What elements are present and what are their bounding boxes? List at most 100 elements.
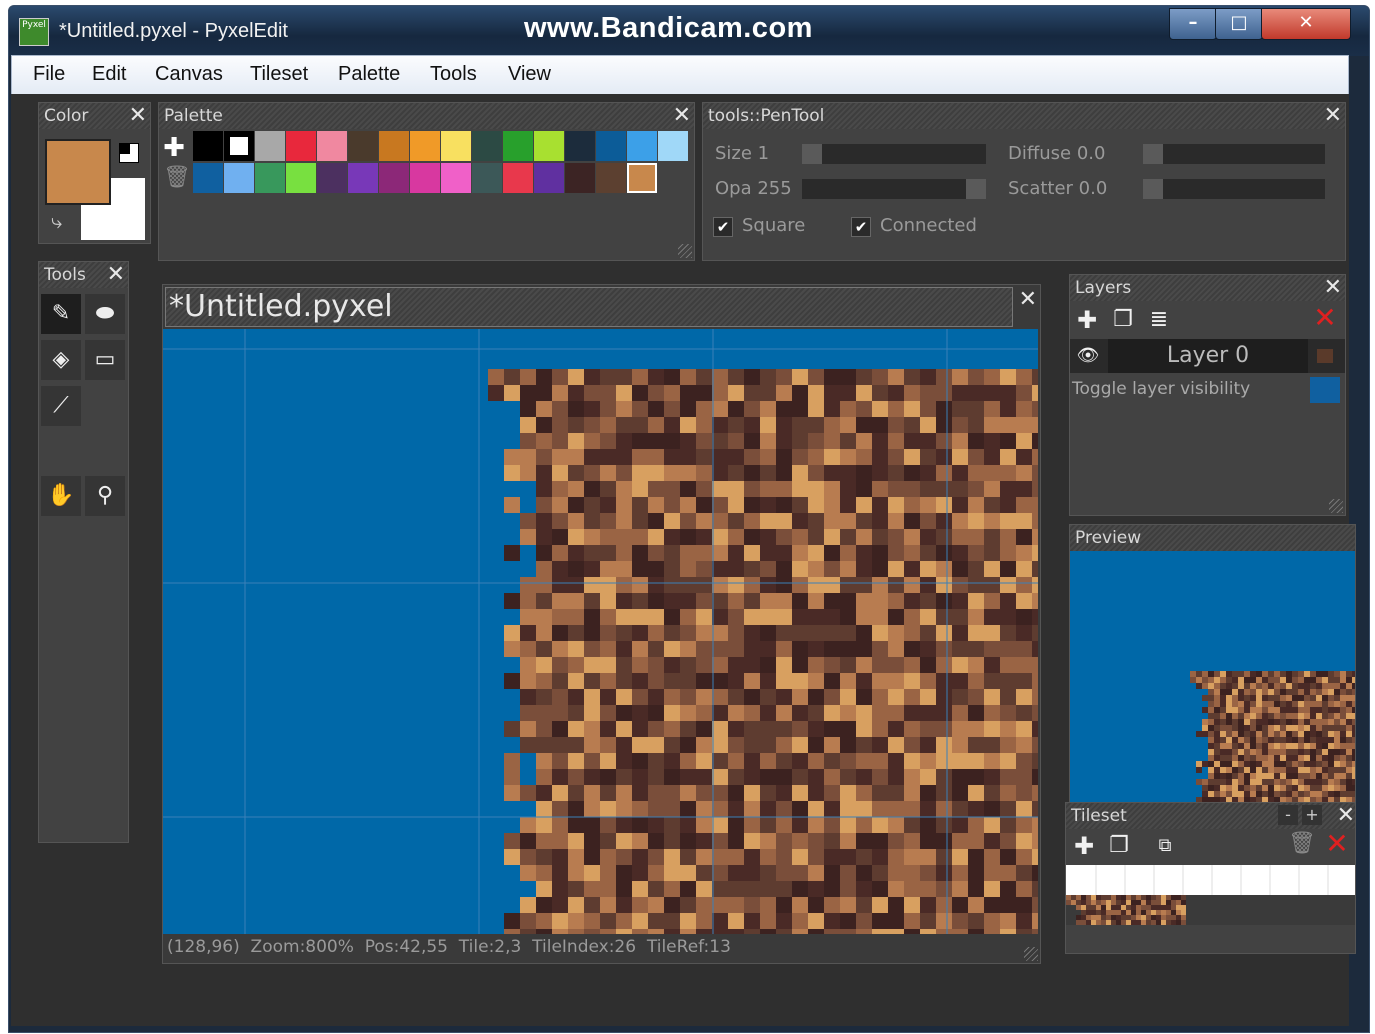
palette-swatch[interactable] [317,163,347,193]
palette-swatch[interactable] [410,131,440,161]
palette-swatch[interactable] [255,163,285,193]
reset-colors-icon[interactable]: ⤷ [51,209,62,233]
scatter-slider[interactable] [1143,179,1325,199]
palette-swatch[interactable] [658,131,688,161]
menu-view[interactable]: View [508,63,551,86]
size-slider[interactable] [802,144,986,164]
palette-swatch[interactable] [348,163,378,193]
delete-tile-icon[interactable]: ✕ [1322,830,1352,858]
duplicate-tile-icon[interactable]: ❐ [1106,833,1132,859]
merge-layer-icon[interactable]: ≣ [1146,307,1172,333]
opacity-slider[interactable] [802,179,986,199]
layers-panel-close-icon[interactable]: ✕ [1324,275,1342,300]
used-tiles-row[interactable] [1066,895,1355,925]
delete-layer-icon[interactable]: ✕ [1310,304,1340,332]
replace-tile-icon[interactable]: ⧉ [1150,833,1180,859]
resize-grip[interactable] [678,244,692,258]
palette-swatch[interactable] [596,163,626,193]
opacity-label: Opa 255 [715,178,792,199]
palette-swatch[interactable] [565,163,595,193]
duplicate-layer-icon[interactable]: ❐ [1110,307,1136,333]
pen-icon[interactable]: ✎ [41,294,81,334]
palette-swatch[interactable] [534,131,564,161]
tool-options-close-icon[interactable]: ✕ [1324,103,1342,128]
tileset-panel-close-icon[interactable]: ✕ [1337,803,1355,828]
resize-grip[interactable] [1024,947,1038,961]
palette-panel: Palette ✕ ✚ 🗑 [158,102,695,261]
recording-watermark: www.Bandicam.com [524,12,813,44]
tileset-trash-icon[interactable]: 🗑 [1288,831,1316,857]
title-bar[interactable]: Pyxel *Untitled.pyxel - PyxelEdit www.Ba… [9,6,1369,56]
tileset-zoom-out-button[interactable]: - [1278,805,1298,825]
palette-swatch[interactable] [441,131,471,161]
hand-icon[interactable]: ✋ [41,476,81,516]
palette-swatch[interactable] [596,131,626,161]
palette-swatch[interactable] [193,131,223,161]
palette-swatch[interactable] [565,131,595,161]
layers-panel-title: Layers [1070,275,1345,301]
canvas-title: *Untitled.pyxel [165,287,1013,327]
square-checkbox[interactable]: ✔ [713,217,733,237]
palette-swatch[interactable] [224,131,254,161]
tools-panel-close-icon[interactable]: ✕ [107,262,125,287]
zoom-icon[interactable]: ⚲ [85,476,125,516]
palette-swatch[interactable] [286,163,316,193]
tileset-panel: Tileset - + ✕ ✚ ❐ ⧉ 🗑 ✕ [1065,802,1356,954]
layer-row[interactable]: 👁 Layer 0 [1070,339,1345,373]
primary-color-swatch[interactable] [45,139,111,205]
connected-checkbox[interactable]: ✔ [851,217,871,237]
palette-panel-close-icon[interactable]: ✕ [673,103,691,128]
swap-colors-icon[interactable] [119,143,139,163]
color-panel-close-icon[interactable]: ✕ [129,103,147,128]
size-label: Size 1 [715,143,770,164]
add-color-icon[interactable]: ✚ [161,135,187,161]
close-window-button[interactable]: ✕ [1261,8,1351,40]
drawing-canvas[interactable] [163,329,1038,934]
palette-swatch[interactable] [503,131,533,161]
menu-file[interactable]: File [33,63,65,86]
menu-canvas[interactable]: Canvas [155,63,223,86]
palette-swatch[interactable] [379,163,409,193]
eye-icon[interactable]: 👁 [1074,343,1102,369]
palette-swatch[interactable] [410,163,440,193]
menu-palette[interactable]: Palette [338,63,400,86]
palette-swatch[interactable] [193,163,223,193]
palette-swatch[interactable] [379,131,409,161]
fill-bucket-icon[interactable]: ◈ [41,340,81,380]
menu-tools[interactable]: Tools [430,63,477,86]
palette-swatch[interactable] [224,163,254,193]
maximize-button[interactable]: □ [1215,8,1263,40]
menu-edit[interactable]: Edit [92,63,126,86]
layer-color-tag [1310,377,1340,403]
add-layer-icon[interactable]: ✚ [1073,307,1101,333]
palette-swatch[interactable] [255,131,285,161]
add-tile-icon[interactable]: ✚ [1070,833,1098,859]
palette-swatch[interactable] [503,163,533,193]
tileset-zoom-in-button[interactable]: + [1302,805,1322,825]
select-icon[interactable]: ▭ [85,340,125,380]
empty-tiles-row[interactable] [1066,865,1355,895]
resize-grip[interactable] [1329,499,1343,513]
palette-panel-title: Palette [159,103,694,129]
menu-tileset[interactable]: Tileset [250,63,308,86]
palette-swatch[interactable] [472,131,502,161]
preview-panel: Preview [1069,524,1356,806]
minimize-button[interactable]: – [1169,8,1217,40]
eraser-icon[interactable]: ⬬ [85,294,125,334]
palette-swatch[interactable] [317,131,347,161]
palette-swatch[interactable] [627,163,657,193]
trash-icon[interactable]: 🗑 [163,165,191,190]
palette-swatch[interactable] [534,163,564,193]
canvas-status-bar: (128,96) Zoom:800% Pos:42,55 Tile:2,3 Ti… [167,937,731,957]
diffuse-slider[interactable] [1143,144,1325,164]
palette-swatch[interactable] [286,131,316,161]
palette-swatch[interactable] [348,131,378,161]
canvas-close-icon[interactable]: ✕ [1019,287,1037,312]
window-title: *Untitled.pyxel - PyxelEdit [59,20,288,42]
layer-name: Layer 0 [1108,339,1308,373]
palette-swatch[interactable] [441,163,471,193]
eyedropper-icon[interactable]: ⟋ [41,386,81,426]
palette-swatch[interactable] [472,163,502,193]
palette-swatch[interactable] [627,131,657,161]
app-icon: Pyxel [19,18,49,46]
